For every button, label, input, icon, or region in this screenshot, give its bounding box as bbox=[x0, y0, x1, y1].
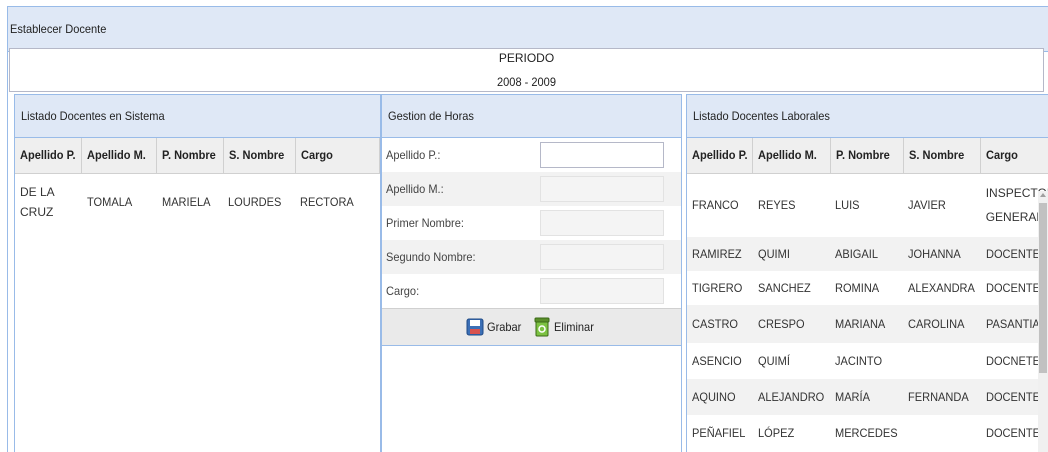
eliminar-button[interactable]: Eliminar bbox=[533, 317, 597, 337]
gestion-horas-panel: Gestion de Horas Apellido P.: Apellido M… bbox=[381, 94, 682, 452]
docentes-laborales-panel: Listado Docentes Laborales Apellido P. A… bbox=[686, 94, 1048, 452]
scroll-up-arrow-icon[interactable] bbox=[1040, 193, 1046, 197]
cell-p-nombre: ABIGAIL bbox=[830, 237, 904, 271]
grabar-label: Grabar bbox=[487, 320, 522, 334]
cell-apellido-m: CRESPO bbox=[752, 305, 830, 343]
cargo-label: Cargo: bbox=[386, 284, 420, 298]
cell-apellido-p: PEÑAFIEL bbox=[692, 426, 746, 440]
table-row[interactable]: CASTRO CRESPO MARIANA CAROLINA PASANTIAS bbox=[687, 305, 1048, 343]
segundo-nombre-label: Segundo Nombre: bbox=[386, 250, 476, 264]
cell-apellido-m: QUIMÍ bbox=[757, 354, 790, 368]
table-row[interactable]: ASENCIO QUIMÍ JACINTO DOCNETE bbox=[687, 343, 1048, 379]
eliminar-label: Eliminar bbox=[553, 320, 594, 334]
table-row[interactable]: PEÑAFIEL LÓPEZ MERCEDES DOCENTE bbox=[687, 415, 1048, 451]
primer-nombre-field[interactable] bbox=[540, 210, 664, 236]
docentes-sistema-panel-header: Listado Docentes en Sistema bbox=[15, 95, 380, 138]
cell-apellido-m: SANCHEZ bbox=[757, 281, 811, 295]
grabar-button[interactable]: Grabar bbox=[466, 318, 524, 336]
cell-apellido-p: ASENCIO bbox=[692, 354, 742, 368]
apellido-m-label: Apellido M.: bbox=[386, 182, 444, 196]
cell-p-nombre: ROMINA bbox=[835, 281, 880, 295]
cell-s-nombre: CAROLINA bbox=[903, 305, 981, 343]
primer-nombre-label: Primer Nombre: bbox=[386, 216, 464, 230]
segundo-nombre-field[interactable] bbox=[540, 244, 664, 270]
cell-s-nombre: ALEXANDRA bbox=[908, 281, 975, 295]
window-title: Establecer Docente bbox=[10, 22, 107, 36]
cell-apellido-p: DE LA CRUZ bbox=[20, 185, 55, 220]
col-header-apellido-p[interactable]: Apellido P. bbox=[15, 138, 83, 174]
form-row-cargo: Cargo: bbox=[382, 274, 681, 308]
docentes-sistema-panel: Listado Docentes en Sistema Apellido P. … bbox=[14, 94, 381, 452]
docentes-sistema-title: Listado Docentes en Sistema bbox=[21, 109, 165, 123]
cell-s-nombre bbox=[903, 415, 981, 451]
window-header: Establecer Docente bbox=[8, 7, 1048, 52]
form-row-primer-nombre: Primer Nombre: bbox=[382, 206, 681, 240]
cell-apellido-p: RAMIREZ bbox=[687, 237, 753, 271]
cargo-field[interactable] bbox=[540, 278, 664, 304]
col-header-cargo[interactable]: Cargo bbox=[980, 138, 1048, 174]
apellido-p-field[interactable] bbox=[540, 142, 664, 168]
cell-apellido-m: REYES bbox=[757, 198, 796, 213]
recycle-bin-icon bbox=[534, 317, 549, 337]
docentes-sistema-grid: Apellido P. Apellido M. P. Nombre S. Nom… bbox=[15, 138, 380, 231]
gestion-toolbar: Grabar Eliminar bbox=[382, 308, 681, 346]
cell-p-nombre: MERCEDES bbox=[835, 426, 898, 440]
cell-apellido-p: CASTRO bbox=[687, 305, 753, 343]
cell-s-nombre: JAVIER bbox=[908, 198, 946, 213]
gestion-horas-title: Gestion de Horas bbox=[388, 109, 474, 123]
col-header-p-nombre[interactable]: P. Nombre bbox=[156, 138, 224, 174]
apellido-m-field[interactable] bbox=[540, 176, 664, 202]
cell-apellido-m: QUIMI bbox=[752, 237, 830, 271]
col-header-apellido-m[interactable]: Apellido M. bbox=[752, 138, 831, 174]
cell-s-nombre: FERNANDA bbox=[903, 379, 981, 415]
cell-apellido-p: FRANCO bbox=[692, 198, 739, 213]
table-row[interactable]: FRANCO REYES LUIS JAVIER INSPECTOR GENER… bbox=[687, 173, 1048, 237]
docentes-laborales-panel-header: Listado Docentes Laborales bbox=[687, 95, 1048, 138]
apellido-p-label: Apellido P.: bbox=[386, 148, 441, 162]
cell-p-nombre: MARIELA bbox=[161, 195, 211, 210]
col-header-apellido-m[interactable]: Apellido M. bbox=[81, 138, 158, 174]
cell-p-nombre: JACINTO bbox=[835, 354, 883, 368]
periodo-value: 2008 - 2009 bbox=[497, 75, 556, 89]
form-row-apellido-m: Apellido M.: bbox=[382, 172, 681, 206]
docentes-laborales-title: Listado Docentes Laborales bbox=[693, 109, 830, 123]
cell-apellido-p: TIGRERO bbox=[692, 281, 743, 295]
cell-p-nombre: LUIS bbox=[835, 198, 860, 213]
cell-s-nombre: JOHANNA bbox=[903, 237, 981, 271]
docentes-laborales-grid: Apellido P. Apellido M. P. Nombre S. Nom… bbox=[687, 138, 1048, 451]
scroll-thumb[interactable] bbox=[1039, 203, 1047, 373]
col-header-s-nombre[interactable]: S. Nombre bbox=[223, 138, 296, 174]
col-header-s-nombre[interactable]: S. Nombre bbox=[903, 138, 982, 174]
gestion-horas-panel-header: Gestion de Horas bbox=[382, 95, 681, 138]
col-header-cargo[interactable]: Cargo bbox=[295, 138, 380, 174]
periodo-box: PERIODO 2008 - 2009 bbox=[9, 48, 1044, 92]
cell-p-nombre: MARIANA bbox=[830, 305, 904, 343]
cell-s-nombre: LOURDES bbox=[228, 195, 282, 210]
table-row[interactable]: TIGRERO SANCHEZ ROMINA ALEXANDRA DOCENTE bbox=[687, 271, 1048, 305]
cell-s-nombre bbox=[903, 343, 981, 379]
table-row[interactable]: RAMIREZ QUIMI ABIGAIL JOHANNA DOCENTE bbox=[687, 237, 1048, 271]
cell-apellido-p: AQUINO bbox=[687, 379, 753, 415]
cell-apellido-m: TOMALA bbox=[86, 195, 133, 210]
floppy-disk-icon bbox=[466, 318, 484, 336]
cell-cargo: RECTORA bbox=[300, 195, 354, 210]
col-header-p-nombre[interactable]: P. Nombre bbox=[830, 138, 904, 174]
col-header-apellido-p[interactable]: Apellido P. bbox=[687, 138, 754, 174]
table-row[interactable]: DE LA CRUZ TOMALA MARIELA LOURDES RECTOR… bbox=[15, 173, 380, 231]
form-row-apellido-p: Apellido P.: bbox=[382, 138, 681, 172]
cell-p-nombre: MARÍA bbox=[830, 379, 904, 415]
cell-apellido-m: LÓPEZ bbox=[757, 426, 795, 440]
form-row-segundo-nombre: Segundo Nombre: bbox=[382, 240, 681, 274]
table-row[interactable]: AQUINO ALEJANDRO MARÍA FERNANDA DOCENTE bbox=[687, 379, 1048, 415]
periodo-label: PERIODO bbox=[498, 51, 555, 65]
cell-apellido-m: ALEJANDRO bbox=[752, 379, 830, 415]
grid-scrollbar[interactable] bbox=[1038, 191, 1048, 452]
